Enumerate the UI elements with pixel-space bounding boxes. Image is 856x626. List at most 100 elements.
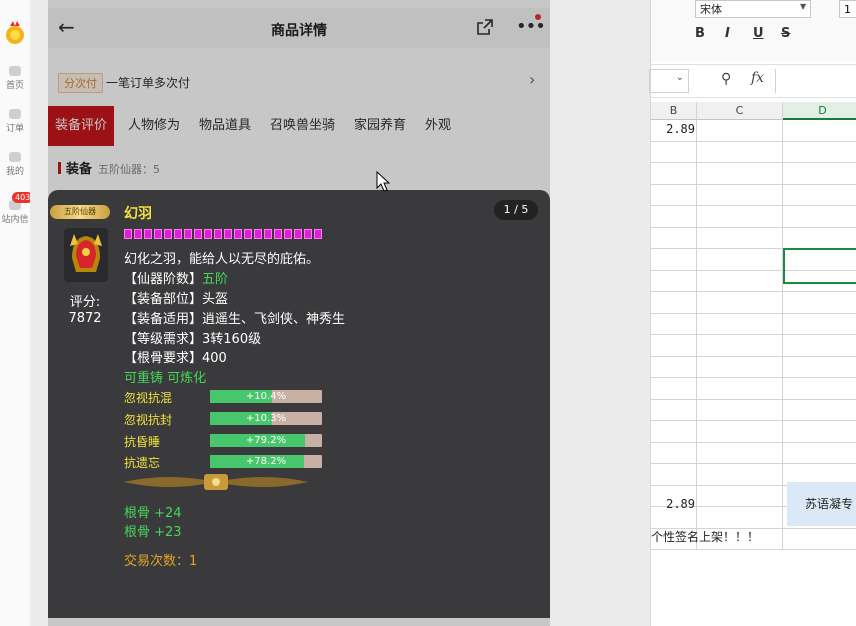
grid-cell[interactable] bbox=[697, 464, 783, 486]
font-name-select[interactable]: 宋体 bbox=[695, 0, 811, 18]
grid-cell[interactable] bbox=[697, 507, 783, 529]
merged-cell[interactable]: 苏语凝专 bbox=[787, 482, 856, 526]
resist-bar: +10.4% bbox=[210, 390, 322, 403]
grid-cell[interactable] bbox=[783, 357, 856, 378]
grid-cell[interactable] bbox=[697, 485, 783, 507]
app-logo-icon[interactable] bbox=[3, 18, 27, 46]
italic-button[interactable]: I bbox=[725, 26, 730, 41]
grid-cell[interactable] bbox=[651, 141, 697, 163]
cell-b-value[interactable]: 2.89 bbox=[653, 497, 695, 511]
grid-cell[interactable] bbox=[697, 292, 783, 314]
grid-cell[interactable] bbox=[697, 120, 783, 142]
signature-row-text[interactable]: 个性签名上架！！！ bbox=[651, 528, 759, 545]
underline-button[interactable]: U bbox=[753, 26, 764, 41]
star-icon bbox=[274, 229, 282, 239]
grid-cell[interactable] bbox=[783, 314, 856, 335]
grid-cell[interactable] bbox=[697, 249, 783, 271]
grid-cell[interactable] bbox=[697, 270, 783, 292]
star-icon bbox=[204, 229, 212, 239]
grid-cell[interactable] bbox=[651, 249, 697, 271]
star-rating bbox=[124, 229, 324, 241]
star-icon bbox=[224, 229, 232, 239]
attr-value: 五阶 bbox=[202, 272, 229, 287]
formula-bar: ⌄ ⚲ fx bbox=[649, 64, 856, 98]
fx-icon[interactable]: fx bbox=[751, 70, 764, 86]
grid-cell[interactable] bbox=[783, 142, 856, 163]
star-icon bbox=[154, 229, 162, 239]
cell-b-value[interactable]: 2.89 bbox=[653, 122, 695, 136]
grid-cell[interactable] bbox=[783, 120, 856, 142]
formula-divider bbox=[775, 69, 776, 93]
grid-cell[interactable] bbox=[651, 270, 697, 292]
star-icon bbox=[124, 229, 132, 239]
grid-cell[interactable] bbox=[697, 399, 783, 421]
grid-cell[interactable] bbox=[651, 206, 697, 228]
grid-cell[interactable] bbox=[697, 442, 783, 464]
grid-cell[interactable] bbox=[651, 163, 697, 185]
grid-cell[interactable] bbox=[697, 141, 783, 163]
grid-cell[interactable] bbox=[697, 227, 783, 249]
grid-cell[interactable] bbox=[783, 529, 856, 550]
bold-button[interactable]: B bbox=[695, 26, 705, 41]
grid-cell[interactable] bbox=[697, 356, 783, 378]
grid-cell[interactable] bbox=[651, 399, 697, 421]
attr-key: 【装备适用】 bbox=[124, 312, 203, 327]
font-size-select[interactable]: 1 bbox=[839, 0, 856, 18]
grid-cell[interactable] bbox=[651, 442, 697, 464]
grid-cell[interactable] bbox=[783, 292, 856, 314]
attr-key: 【根骨要求】 bbox=[124, 351, 203, 366]
grid-cell[interactable] bbox=[697, 421, 783, 443]
grid-cell[interactable] bbox=[651, 378, 697, 400]
rail-item-home[interactable]: 首页 bbox=[0, 66, 30, 91]
grid-cell[interactable] bbox=[697, 335, 783, 357]
grid-cell[interactable] bbox=[783, 185, 856, 206]
grid-cell[interactable] bbox=[651, 184, 697, 206]
attr-value: 头盔 bbox=[202, 292, 229, 307]
resist-bar: +10.3% bbox=[210, 412, 322, 425]
grid-cell[interactable] bbox=[783, 400, 856, 421]
grid-cell[interactable] bbox=[651, 227, 697, 249]
grid-cell[interactable] bbox=[651, 464, 697, 486]
star-icon bbox=[234, 229, 242, 239]
chevron-down-icon: ⌄ bbox=[675, 72, 684, 83]
attr-value: 3转160级 bbox=[202, 332, 262, 347]
column-header-d[interactable]: D bbox=[783, 102, 856, 120]
user-icon bbox=[9, 152, 21, 162]
orders-icon bbox=[9, 109, 21, 119]
rail-item-orders[interactable]: 订单 bbox=[0, 109, 30, 134]
column-header-c[interactable]: C bbox=[697, 102, 783, 120]
grid-cell[interactable] bbox=[651, 335, 697, 357]
grid-cell[interactable] bbox=[651, 356, 697, 378]
grid-cell[interactable] bbox=[697, 206, 783, 228]
grid-cell[interactable] bbox=[783, 443, 856, 464]
grid-cell[interactable] bbox=[783, 228, 856, 249]
rail-item-label: 订单 bbox=[5, 124, 24, 134]
grid-cell[interactable] bbox=[651, 292, 697, 314]
attr-row: 【装备部位】头盔 bbox=[124, 288, 228, 307]
name-box[interactable]: ⌄ bbox=[649, 69, 689, 93]
grid-cell[interactable] bbox=[697, 163, 783, 185]
grid-cell[interactable] bbox=[783, 163, 856, 185]
zoom-icon[interactable]: ⚲ bbox=[721, 71, 731, 87]
strikethrough-button[interactable]: S bbox=[781, 26, 790, 41]
selected-cell[interactable] bbox=[783, 248, 856, 284]
grid-cell[interactable] bbox=[783, 335, 856, 357]
chevron-down-icon[interactable]: ▼ bbox=[800, 2, 806, 11]
resist-label: 抗遗忘 bbox=[124, 456, 161, 470]
cell-grid[interactable] bbox=[651, 120, 856, 550]
grid-cell[interactable] bbox=[697, 184, 783, 206]
grid-cell[interactable] bbox=[783, 421, 856, 443]
rail-item-mine[interactable]: 我的 bbox=[0, 152, 30, 177]
helmet-icon bbox=[64, 228, 108, 282]
grid-cell[interactable] bbox=[697, 378, 783, 400]
column-header-b[interactable]: B bbox=[651, 102, 697, 120]
refine-status: 可重铸 可炼化 bbox=[124, 371, 207, 386]
resist-label: 抗昏睡 bbox=[124, 435, 161, 449]
grid-cell[interactable] bbox=[783, 378, 856, 400]
grid-cell[interactable] bbox=[697, 313, 783, 335]
grid-cell[interactable] bbox=[783, 206, 856, 228]
star-icon bbox=[174, 229, 182, 239]
grid-cell[interactable] bbox=[651, 313, 697, 335]
rail-item-messages[interactable]: 站内信 bbox=[0, 200, 30, 225]
grid-cell[interactable] bbox=[651, 421, 697, 443]
